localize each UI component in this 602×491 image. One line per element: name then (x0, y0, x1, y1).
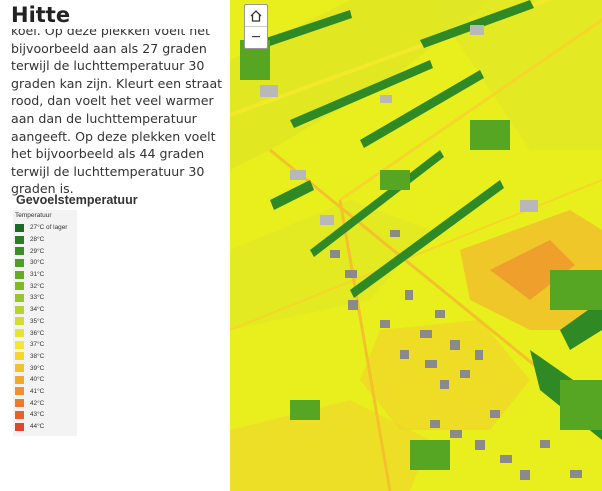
legend-label: 27°C of lager (30, 224, 68, 232)
legend-label: 43°C (30, 411, 45, 419)
zoom-out-button[interactable]: − (245, 26, 267, 48)
legend-item: 31°C (15, 269, 77, 281)
panel-title: Hitte (11, 3, 226, 29)
legend-item: 43°C (15, 409, 77, 421)
map-canvas[interactable] (230, 0, 602, 491)
legend-label: 37°C (30, 341, 45, 349)
legend-label: 32°C (30, 282, 45, 290)
legend-label: 28°C (30, 236, 45, 244)
legend-swatch (15, 282, 24, 291)
legend-swatch (15, 305, 24, 314)
legend-box: Temperatuur 27°C of lager 28°C 29°C 30°C 31°… (13, 210, 77, 437)
legend-item: 38°C (15, 351, 77, 363)
legend-item: 41°C (15, 386, 77, 398)
legend-item: 39°C (15, 362, 77, 374)
legend-item: 36°C (15, 327, 77, 339)
legend-label: 29°C (30, 247, 45, 255)
legend-item: 27°C of lager (15, 222, 77, 234)
legend-label: 33°C (30, 294, 45, 302)
info-panel: koel. Op deze plekken voelt het bijvoorb… (0, 0, 230, 491)
zoom-control: − (244, 4, 268, 49)
heat-map[interactable] (230, 0, 602, 491)
legend-item: 28°C (15, 234, 77, 246)
legend-swatch (15, 270, 24, 279)
legend-label: 34°C (30, 306, 45, 314)
legend-swatch (15, 364, 24, 373)
legend-item: 33°C (15, 292, 77, 304)
legend-label: 44°C (30, 423, 45, 431)
legend-swatch (15, 410, 24, 419)
legend-label: 41°C (30, 387, 45, 395)
legend-item: 30°C (15, 257, 77, 269)
legend-item: 29°C (15, 245, 77, 257)
legend-items: 27°C of lager 28°C 29°C 30°C 31°C 32°C 33°C 34°… (15, 222, 77, 432)
legend-label: 36°C (30, 329, 45, 337)
legend-swatch (15, 340, 24, 349)
home-button[interactable] (245, 5, 267, 26)
legend-title: Gevoelstemperatuur (16, 193, 138, 207)
legend-item: 42°C (15, 397, 77, 409)
legend-swatch (15, 223, 24, 232)
legend-subtitle: Temperatuur (15, 212, 52, 219)
legend-label: 42°C (30, 399, 45, 407)
legend-swatch (15, 293, 24, 302)
legend-item: 34°C (15, 304, 77, 316)
legend: Gevoelstemperatuur Temperatuur 27°C of l… (13, 193, 193, 437)
legend-label: 31°C (30, 271, 45, 279)
legend-swatch (15, 247, 24, 256)
legend-item: 44°C (15, 421, 77, 433)
legend-swatch (15, 317, 24, 326)
legend-label: 39°C (30, 364, 45, 372)
legend-swatch (15, 352, 24, 361)
legend-label: 38°C (30, 352, 45, 360)
legend-item: 35°C (15, 316, 77, 328)
legend-swatch (15, 399, 24, 408)
legend-swatch (15, 375, 24, 384)
legend-swatch (15, 258, 24, 267)
panel-description: koel. Op deze plekken voelt het bijvoorb… (11, 23, 223, 197)
legend-swatch (15, 329, 24, 338)
legend-label: 40°C (30, 376, 45, 384)
legend-item: 37°C (15, 339, 77, 351)
legend-label: 35°C (30, 317, 45, 325)
legend-item: 32°C (15, 280, 77, 292)
legend-swatch (15, 422, 24, 431)
legend-label: 30°C (30, 259, 45, 267)
legend-swatch (15, 387, 24, 396)
legend-swatch (15, 235, 24, 244)
legend-item: 40°C (15, 374, 77, 386)
home-icon (250, 9, 262, 22)
